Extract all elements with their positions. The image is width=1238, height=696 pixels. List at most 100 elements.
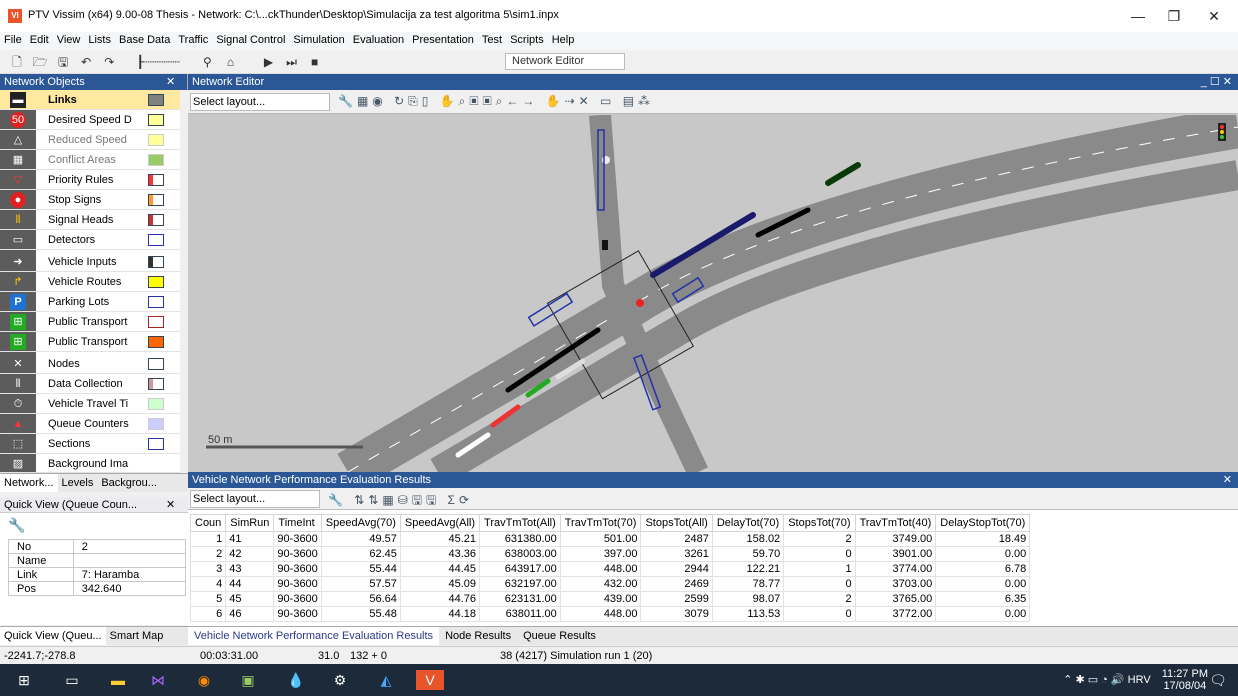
table-cell[interactable]: 98.07 xyxy=(711,591,785,607)
settings-app-icon[interactable]: ⚙ xyxy=(330,670,350,690)
table-row[interactable]: 3 43 90-3600 55.44 44.45 643917.00 448.00 2944 1… xyxy=(189,561,1031,577)
tab-backgrounds[interactable]: Backgrou... xyxy=(97,474,161,492)
table-cell[interactable]: 5 xyxy=(189,591,227,607)
column-header[interactable]: TimeInt xyxy=(273,514,322,532)
table-cell[interactable]: 43 xyxy=(225,561,275,577)
tab-node-results[interactable]: Node Results xyxy=(439,627,517,645)
list-item[interactable]: ▲ Queue Counters xyxy=(0,414,180,434)
table-cell[interactable]: 3749.00 xyxy=(854,531,937,547)
home-icon[interactable]: ⌂ xyxy=(221,53,239,71)
close-icon[interactable]: ✕ xyxy=(166,497,175,513)
table-cell[interactable]: 1 xyxy=(783,561,856,577)
list-item[interactable]: ⏱ Vehicle Travel Ti xyxy=(0,394,180,414)
speed-slider[interactable]: ┠┈┈┈┈┈ xyxy=(123,53,193,71)
menu-scripts[interactable]: Scripts xyxy=(506,32,548,48)
list-item[interactable]: ⦀ Data Collection xyxy=(0,374,180,394)
table-cell[interactable]: 44.18 xyxy=(399,606,481,622)
color-swatch[interactable] xyxy=(148,134,164,146)
table-cell[interactable]: 0 xyxy=(783,606,856,622)
table-cell[interactable]: 2 xyxy=(189,546,227,562)
table-cell[interactable]: 49.57 xyxy=(320,531,401,547)
close-icon[interactable]: ✕ xyxy=(1223,472,1232,488)
new-file-icon[interactable]: 🗋 xyxy=(8,53,26,71)
restore-button[interactable]: ❐ xyxy=(1156,4,1192,28)
list-item[interactable]: ⊞ Public Transport xyxy=(0,332,180,352)
table-cell[interactable]: 78.77 xyxy=(711,576,785,592)
table-cell[interactable]: 90-3600 xyxy=(273,546,322,562)
column-header[interactable]: TravTmTot(40) xyxy=(854,514,937,532)
matlab-icon[interactable]: ◭ xyxy=(376,670,396,690)
table-cell[interactable]: 3261 xyxy=(640,546,713,562)
list-item[interactable]: ↱ Vehicle Routes xyxy=(0,272,180,292)
play-icon[interactable]: ▶ xyxy=(260,53,278,71)
color-swatch[interactable] xyxy=(148,438,164,450)
table-cell[interactable]: 158.02 xyxy=(711,531,785,547)
clock-date[interactable]: 17/08/04 xyxy=(1162,680,1208,692)
table-row[interactable]: 6 46 90-3600 55.48 44.18 638011.00 448.00 3079 1… xyxy=(189,606,1031,622)
menu-file[interactable]: File xyxy=(0,32,26,48)
table-cell[interactable]: 2599 xyxy=(640,591,713,607)
table-cell[interactable]: 3 xyxy=(189,561,227,577)
menu-evaluation[interactable]: Evaluation xyxy=(349,32,408,48)
table-cell[interactable]: 90-3600 xyxy=(273,576,322,592)
color-swatch[interactable] xyxy=(148,174,164,186)
list-item[interactable]: 50 Desired Speed D xyxy=(0,110,180,130)
column-header[interactable]: SimRun xyxy=(225,514,275,532)
minimize-button[interactable]: — xyxy=(1120,4,1156,28)
table-cell[interactable]: 3703.00 xyxy=(854,576,937,592)
table-cell[interactable]: 0 xyxy=(783,576,856,592)
table-cell[interactable]: 4 xyxy=(189,576,227,592)
table-cell[interactable]: 638011.00 xyxy=(479,606,561,622)
column-header[interactable]: StopsTot(All) xyxy=(640,514,713,532)
table-cell[interactable]: 43.36 xyxy=(399,546,481,562)
column-header[interactable]: DelayStopTot(70) xyxy=(935,514,1031,532)
wrench-icon[interactable]: 🔧 xyxy=(8,517,25,534)
layout-select[interactable]: Select layout... xyxy=(190,490,320,508)
color-swatch[interactable] xyxy=(148,316,164,328)
color-swatch[interactable] xyxy=(148,256,164,268)
stop-icon[interactable]: ■ xyxy=(306,53,324,71)
table-cell[interactable]: 90-3600 xyxy=(273,531,322,547)
color-swatch[interactable] xyxy=(148,214,164,226)
color-swatch[interactable] xyxy=(148,94,164,106)
tab-smart-map[interactable]: Smart Map xyxy=(106,627,168,645)
list-item[interactable]: ▽ Priority Rules xyxy=(0,170,180,190)
table-cell[interactable]: 56.64 xyxy=(320,591,401,607)
table-cell[interactable]: 501.00 xyxy=(559,531,642,547)
table-cell[interactable]: 55.48 xyxy=(320,606,401,622)
list-item[interactable]: ➜ Vehicle Inputs xyxy=(0,252,180,272)
property-value[interactable] xyxy=(72,553,187,568)
color-swatch[interactable] xyxy=(148,234,164,246)
scrollbar[interactable] xyxy=(180,90,188,473)
list-item[interactable]: ▭ Detectors xyxy=(0,230,180,250)
close-button[interactable]: ✕ xyxy=(1196,4,1232,28)
table-cell[interactable]: 42 xyxy=(225,546,275,562)
menu-traffic[interactable]: Traffic xyxy=(174,32,212,48)
column-header[interactable]: TravTmTot(70) xyxy=(559,514,642,532)
table-cell[interactable]: 41 xyxy=(225,531,275,547)
table-cell[interactable]: 0.00 xyxy=(935,606,1031,622)
table-cell[interactable]: 631380.00 xyxy=(479,531,561,547)
table-cell[interactable]: 44.45 xyxy=(399,561,481,577)
tab-network[interactable]: Network... xyxy=(0,474,58,492)
tab-queue-results[interactable]: Queue Results xyxy=(517,627,602,645)
network-canvas[interactable]: 50 m xyxy=(188,115,1238,472)
table-cell[interactable]: 90-3600 xyxy=(273,606,322,622)
menu-presentation[interactable]: Presentation xyxy=(408,32,478,48)
save-icon[interactable]: 🖫 xyxy=(54,53,72,71)
table-row[interactable]: 2 42 90-3600 62.45 43.36 638003.00 397.00 3261 5… xyxy=(189,546,1031,562)
table-cell[interactable]: 90-3600 xyxy=(273,591,322,607)
tray-icons[interactable]: ⌃ ✱ ▭ ◔ 🔊 xyxy=(1063,674,1127,686)
color-swatch[interactable] xyxy=(148,398,164,410)
file-explorer-icon[interactable]: ▬ xyxy=(108,670,128,690)
menu-base-data[interactable]: Base Data xyxy=(115,32,174,48)
color-swatch[interactable] xyxy=(148,336,164,348)
table-cell[interactable]: 0.00 xyxy=(935,546,1031,562)
table-row[interactable]: 5 45 90-3600 56.64 44.76 623131.00 439.00 2599 9… xyxy=(189,591,1031,607)
table-cell[interactable]: 44.76 xyxy=(399,591,481,607)
table-cell[interactable]: 3765.00 xyxy=(854,591,937,607)
table-cell[interactable]: 0 xyxy=(783,546,856,562)
layout-select[interactable]: Select layout... xyxy=(190,93,330,111)
close-icon[interactable]: ✕ xyxy=(166,74,175,90)
list-item[interactable]: ✕ Nodes xyxy=(0,354,180,374)
